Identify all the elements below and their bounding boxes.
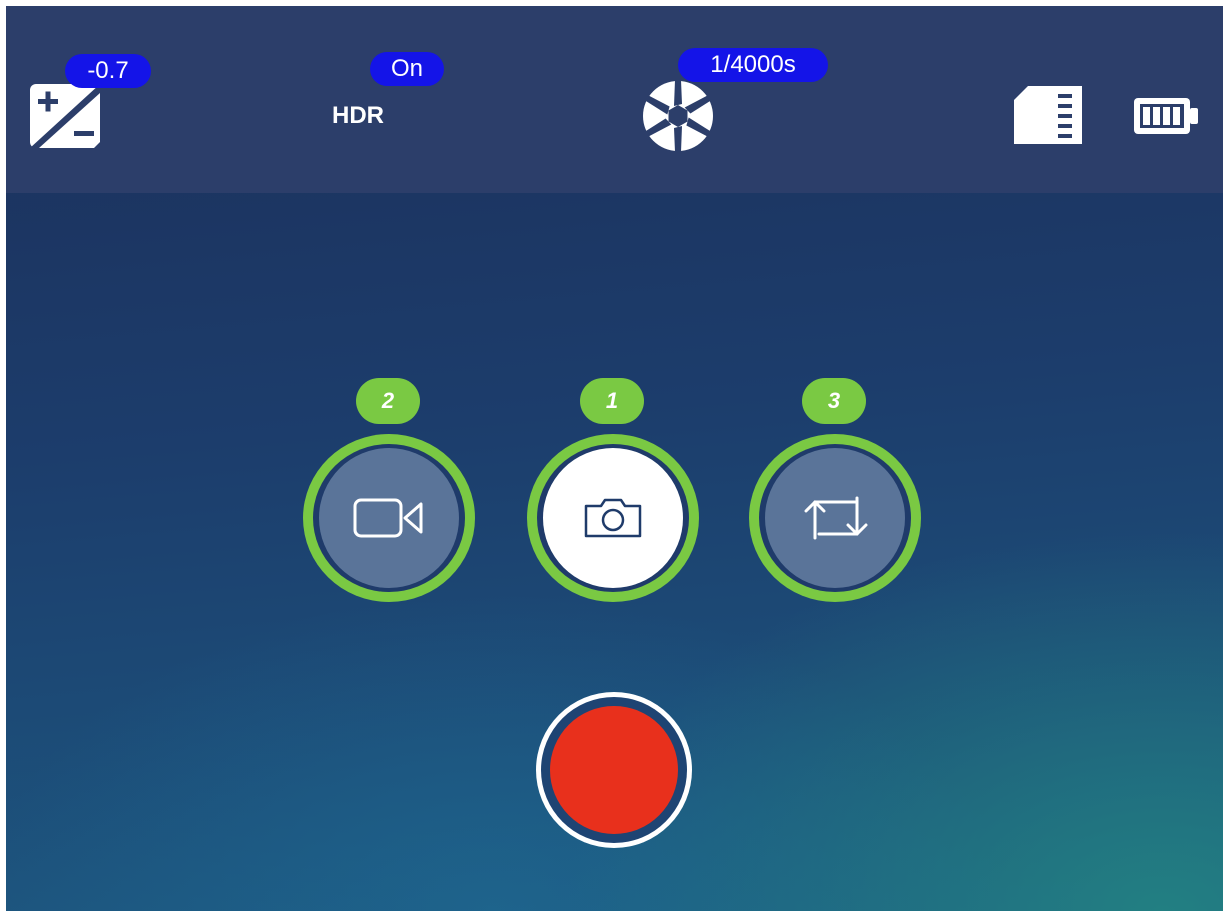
sd-card-icon (1014, 86, 1082, 144)
mode-number-photo: 1 (580, 378, 644, 424)
switch-arrows-icon (803, 494, 869, 542)
switch-mode-face (765, 448, 905, 588)
record-button-core (550, 706, 678, 834)
mode-number-switch: 3 (802, 378, 866, 424)
switch-mode-button[interactable] (749, 434, 921, 602)
hdr-toggle[interactable]: HDR (332, 102, 384, 130)
record-button-ring (541, 697, 687, 843)
video-mode-face (319, 448, 459, 588)
top-status-bar: -0.7 On HDR 1/4000s (6, 6, 1223, 193)
exposure-value-badge: -0.7 (65, 54, 151, 88)
camera-icon (584, 498, 642, 538)
mode-number-video: 2 (356, 378, 420, 424)
hdr-status-badge: On (370, 52, 444, 86)
photo-mode-face (543, 448, 683, 588)
exposure-compensation-icon[interactable] (30, 84, 100, 148)
camera-screen: -0.7 On HDR 1/4000s 2 1 3 (6, 6, 1223, 911)
battery-icon (1134, 98, 1198, 134)
aperture-icon[interactable] (642, 80, 714, 152)
video-camera-icon (353, 498, 425, 538)
video-mode-button[interactable] (303, 434, 475, 602)
record-button[interactable] (536, 692, 692, 848)
shutter-speed-badge: 1/4000s (678, 48, 828, 82)
photo-mode-button[interactable] (527, 434, 699, 602)
